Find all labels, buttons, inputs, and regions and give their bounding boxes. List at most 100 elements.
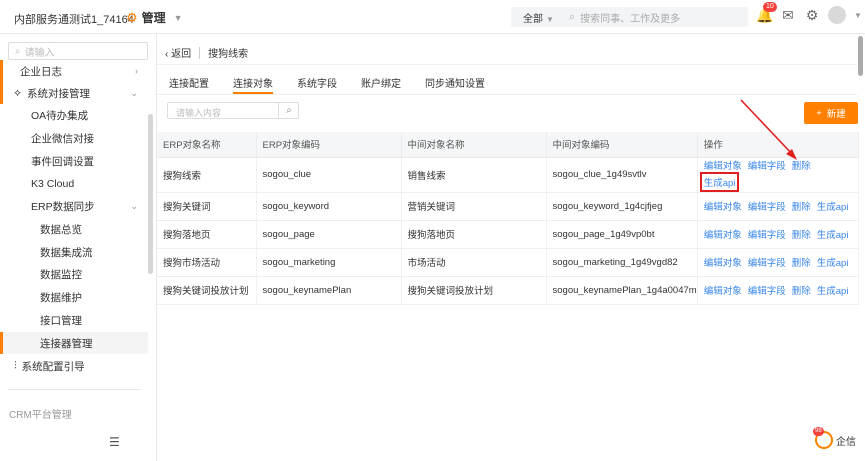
sidebar-item-erp-sync[interactable]: ERP数据同步 ⌄ <box>0 195 148 217</box>
qixin-chat[interactable]: 98 企信 <box>813 427 856 449</box>
sidebar-item-wecom[interactable]: 企业微信对接 <box>0 127 148 149</box>
avatar[interactable] <box>828 6 846 24</box>
notification-badge: 10 <box>763 2 777 12</box>
column-header: ERP对象编码 <box>256 132 402 158</box>
main-content: ‹ 返回 搜狗线索 连接配置 连接对象 系统字段 账户绑定 同步通知设置 请输入… <box>157 34 865 461</box>
qixin-label: 企信 <box>836 436 856 448</box>
search-scope[interactable]: 全部 ▼ <box>511 10 559 25</box>
tab-system-fields[interactable]: 系统字段 <box>297 72 337 94</box>
erp-object-code: sogou_marketing <box>256 248 402 277</box>
column-header: 中间对象名称 <box>401 132 547 158</box>
edit-fields-link[interactable]: 编辑字段 <box>748 286 786 297</box>
sidebar-item-data-maintenance[interactable]: 数据维护 <box>0 286 148 308</box>
table-row: 搜狗落地页 sogou_page 搜狗落地页 sogou_page_1g49vp… <box>157 220 860 249</box>
settings-icon[interactable]: ⚙ <box>804 7 820 23</box>
chat-badge: 98 <box>813 427 824 436</box>
sidebar-item-connector-management[interactable]: 连接器管理 <box>0 332 148 354</box>
erp-object-name: 搜狗线索 <box>157 157 257 193</box>
plus-icon: + <box>816 107 822 119</box>
search-icon: ⌕ <box>569 10 576 23</box>
middle-object-code: sogou_marketing_1g49vgd82 <box>546 248 698 277</box>
row-actions: 编辑对象编辑字段删除生成api <box>697 220 860 249</box>
middle-object-name: 营销关键词 <box>401 192 547 221</box>
sidebar-active-accent <box>0 332 3 354</box>
sidebar-crm-management[interactable]: CRM平台管理 <box>9 406 72 421</box>
link-icon: ⟡ <box>14 86 21 99</box>
erp-object-name: 搜狗关键词投放计划 <box>157 276 257 305</box>
sidebar: ⌕ 请输入 企业日志 › ⟡ 系统对接管理 ⌄ OA待办集成 企业微信对接 事件回调… <box>0 34 157 461</box>
sidebar-item-data-monitor[interactable]: 数据监控 <box>0 263 148 285</box>
edit-object-link[interactable]: 编辑对象 <box>704 230 742 241</box>
edit-object-link[interactable]: 编辑对象 <box>704 258 742 269</box>
column-header: 中间对象编码 <box>546 132 698 158</box>
sidebar-item-k3cloud[interactable]: K3 Cloud <box>0 173 148 195</box>
sidebar-item-enterprise-log[interactable]: 企业日志 › <box>0 60 148 82</box>
chat-icon: 98 <box>813 427 833 449</box>
edit-fields-link[interactable]: 编辑字段 <box>748 202 786 213</box>
middle-object-name: 搜狗关键词投放计划 <box>401 276 547 305</box>
delete-link[interactable]: 删除 <box>792 202 811 213</box>
manage-menu[interactable]: ⚙ 管理 ▼ <box>126 9 183 26</box>
row-actions: 编辑对象编辑字段删除生成api <box>697 276 860 305</box>
generate-api-link[interactable]: 生成api <box>699 171 740 192</box>
sidebar-item-data-flow[interactable]: 数据集成流 <box>0 241 148 263</box>
generate-api-link[interactable]: 生成api <box>817 258 849 269</box>
top-bar: 内部服务通测试1_74164 ⚙ 管理 ▼ 全部 ▼ ⌕ 搜索同事、工作及更多 🔔… <box>0 0 865 34</box>
tab-connection-objects[interactable]: 连接对象 <box>233 72 273 94</box>
edit-fields-link[interactable]: 编辑字段 <box>748 258 786 269</box>
message-icon[interactable]: ✉ <box>780 7 796 23</box>
delete-link[interactable]: 删除 <box>792 161 811 172</box>
breadcrumb: ‹ 返回 搜狗线索 <box>165 45 248 60</box>
generate-api-link[interactable]: 生成api <box>817 286 849 297</box>
main-scrollbar[interactable] <box>858 36 863 76</box>
global-search[interactable]: 全部 ▼ ⌕ 搜索同事、工作及更多 <box>511 7 748 27</box>
sidebar-item-event-callback[interactable]: 事件回调设置 <box>0 150 148 172</box>
sidebar-item-system-integration[interactable]: ⟡ 系统对接管理 ⌄ <box>0 82 148 104</box>
erp-object-code: sogou_clue <box>256 157 402 193</box>
row-actions: 编辑对象编辑字段删除生成api <box>697 192 860 221</box>
divider <box>157 64 857 65</box>
table-row: 搜狗市场活动 sogou_marketing 市场活动 sogou_market… <box>157 248 860 277</box>
search-icon: ⌕ <box>15 45 21 57</box>
sidebar-scrollbar[interactable] <box>148 114 153 274</box>
delete-link[interactable]: 删除 <box>792 286 811 297</box>
delete-link[interactable]: 删除 <box>792 258 811 269</box>
middle-object-code: sogou_page_1g49vp0bt <box>546 220 698 249</box>
edit-fields-link[interactable]: 编辑字段 <box>748 230 786 241</box>
sliders-icon: ⫶ <box>14 359 17 372</box>
sidebar-item-data-overview[interactable]: 数据总览 <box>0 218 148 240</box>
org-name[interactable]: 内部服务通测试1_74164 <box>14 11 134 27</box>
column-header: ERP对象名称 <box>157 132 257 158</box>
edit-object-link[interactable]: 编辑对象 <box>704 161 742 172</box>
new-button[interactable]: + 新建 <box>804 102 858 124</box>
middle-object-code: sogou_clue_1g49svtlv <box>546 157 698 193</box>
edit-object-link[interactable]: 编辑对象 <box>704 202 742 213</box>
tab-bar: 连接配置 连接对象 系统字段 账户绑定 同步通知设置 <box>169 72 509 94</box>
bell-icon[interactable]: 🔔 10 <box>756 2 777 23</box>
generate-api-link[interactable]: 生成api <box>817 202 849 213</box>
erp-object-code: sogou_keyword <box>256 192 402 221</box>
breadcrumb-separator <box>199 46 201 59</box>
edit-object-link[interactable]: 编辑对象 <box>704 286 742 297</box>
edit-fields-link[interactable]: 编辑字段 <box>748 161 786 172</box>
sidebar-item-oa[interactable]: OA待办集成 <box>0 104 148 126</box>
delete-link[interactable]: 删除 <box>792 230 811 241</box>
sidebar-item-api-management[interactable]: 接口管理 <box>0 309 148 331</box>
tab-sync-notification[interactable]: 同步通知设置 <box>425 72 485 94</box>
gear-icon: ⚙ <box>126 9 138 25</box>
tab-connection-config[interactable]: 连接配置 <box>169 72 209 94</box>
back-link[interactable]: ‹ 返回 <box>165 45 191 60</box>
collapse-menu-icon[interactable]: ☰ <box>109 435 120 449</box>
divider <box>157 94 857 95</box>
generate-api-link[interactable]: 生成api <box>817 230 849 241</box>
chevron-down-icon: ▼ <box>173 12 183 23</box>
search-icon[interactable]: ⌕ <box>278 103 299 118</box>
column-header: 操作 <box>697 132 860 158</box>
filter-input[interactable]: 请输入内容 ⌕ <box>167 102 299 119</box>
tab-account-binding[interactable]: 账户绑定 <box>361 72 401 94</box>
sidebar-item-system-guide[interactable]: ⫶ 系统配置引导 <box>0 355 148 377</box>
table-header: ERP对象名称 ERP对象编码 中间对象名称 中间对象编码 操作 <box>157 132 860 158</box>
sidebar-search-input[interactable]: ⌕ 请输入 <box>8 42 148 60</box>
chevron-down-icon[interactable]: ▼ <box>854 11 862 20</box>
table-row: 搜狗关键词 sogou_keyword 营销关键词 sogou_keyword_… <box>157 192 860 221</box>
